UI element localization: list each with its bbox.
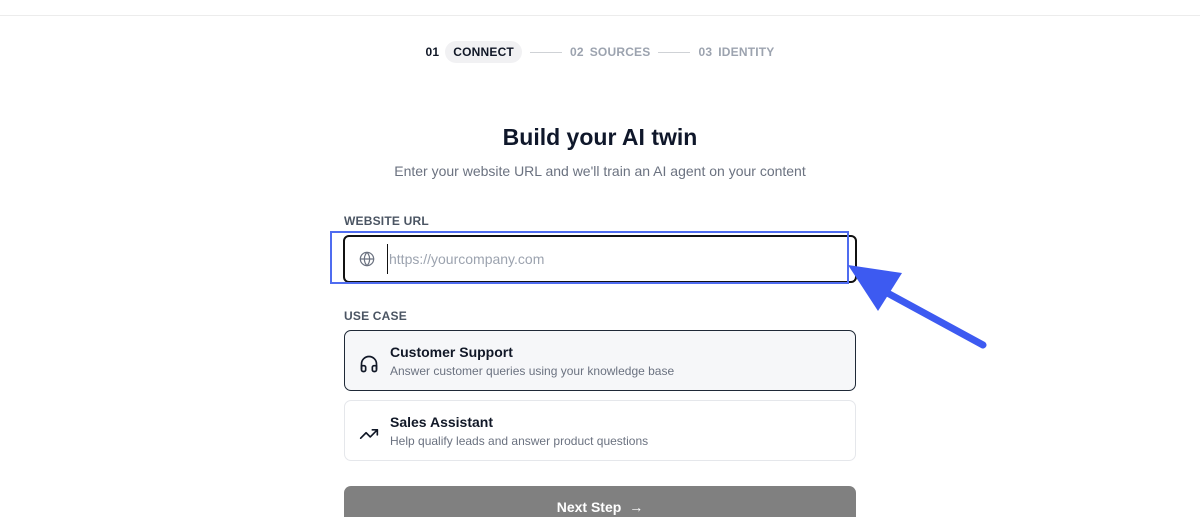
website-url-input[interactable] <box>387 244 855 274</box>
use-case-label: USE CASE <box>344 309 407 323</box>
website-url-field[interactable] <box>343 235 857 283</box>
headphones-icon <box>360 355 378 372</box>
step-connector <box>529 51 562 53</box>
annotation-arrow-icon <box>848 265 987 349</box>
step-number: 03 <box>698 45 713 59</box>
step-connector <box>658 51 691 53</box>
step-connect: 01 CONNECT <box>425 41 522 63</box>
use-case-title: Sales Assistant <box>390 413 493 430</box>
page-title: Build your AI twin <box>502 124 698 150</box>
next-step-button[interactable]: Next Step → <box>344 486 856 517</box>
use-case-description: Help qualify leads and answer product qu… <box>390 433 649 448</box>
next-step-label: Next Step <box>556 499 622 515</box>
step-label: CONNECT <box>445 41 522 63</box>
trending-up-icon <box>359 428 379 439</box>
globe-icon <box>359 251 375 267</box>
use-case-title: Customer Support <box>390 343 513 360</box>
arrow-right-icon: → <box>629 499 644 515</box>
step-sources: 02 SOURCES <box>570 45 651 59</box>
use-case-description: Answer customer queries using your knowl… <box>390 363 675 378</box>
step-number: 01 <box>425 45 440 59</box>
header-divider <box>0 15 1200 16</box>
website-url-label: WEBSITE URL <box>344 214 429 228</box>
step-number: 02 <box>569 45 584 59</box>
step-label: IDENTITY <box>718 45 775 59</box>
step-identity: 03 IDENTITY <box>698 45 774 59</box>
use-case-option-sales-assistant[interactable]: Sales Assistant Help qualify leads and a… <box>344 400 856 461</box>
use-case-option-customer-support[interactable]: Customer Support Answer customer queries… <box>344 330 856 391</box>
step-label: SOURCES <box>589 45 651 59</box>
progress-stepper: 01 CONNECT 02 SOURCES 03 IDENTITY <box>0 41 1200 63</box>
page-subtitle: Enter your website URL and we'll train a… <box>394 163 806 179</box>
